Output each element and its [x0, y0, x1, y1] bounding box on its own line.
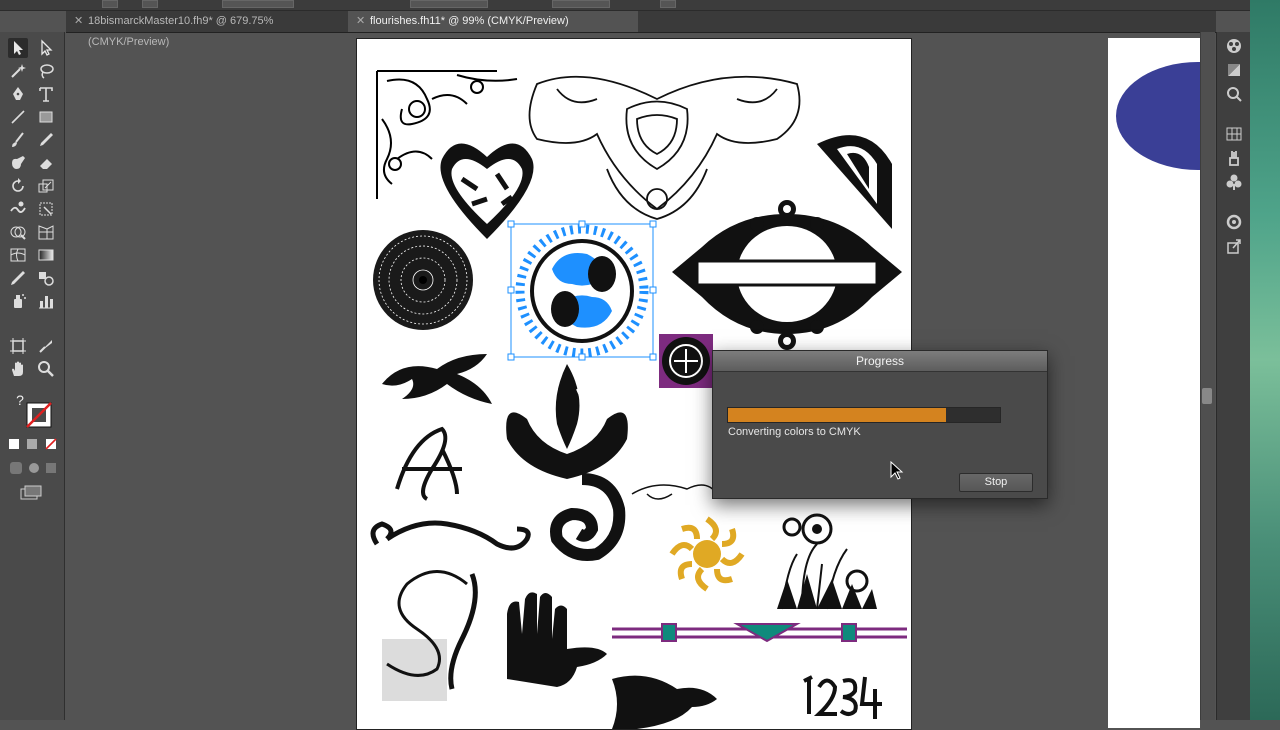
free-transform-tool-icon[interactable] [36, 199, 56, 219]
rotate-tool-icon[interactable] [8, 176, 28, 196]
mesh-tool-icon[interactable] [8, 245, 28, 265]
quarter-circle-ornament [817, 135, 892, 229]
color-icon[interactable] [1224, 60, 1244, 80]
spiral-hook [550, 473, 626, 561]
symbols-icon[interactable] [1224, 172, 1244, 192]
stop-button[interactable]: Stop [959, 473, 1033, 492]
hand-silhouette [507, 592, 607, 687]
gold-sun-swirl [669, 516, 745, 592]
secondary-artboard[interactable] [1108, 38, 1200, 728]
ornate-numerals [803, 675, 882, 719]
rectangle-tool-icon[interactable] [36, 107, 56, 127]
stroke-icon[interactable] [1224, 212, 1244, 232]
brush-definition-field[interactable] [410, 0, 488, 8]
spirograph-circle [373, 230, 473, 330]
color-guide-icon[interactable] [1224, 36, 1244, 56]
scrollbar-thumb[interactable] [1202, 388, 1212, 404]
fill-stroke-swatches[interactable] [24, 400, 54, 430]
desktop-background [1250, 0, 1280, 720]
tab-label: flourishes.fh11* @ 99% (CMYK/Preview) [370, 15, 569, 27]
progress-bar-fill [728, 408, 946, 422]
flame-wreath-ornament [506, 364, 628, 479]
opacity-field[interactable] [552, 0, 610, 8]
purple-square-ornament [659, 334, 713, 388]
column-graph-tool-icon[interactable] [36, 291, 56, 311]
perspective-grid-tool-icon[interactable] [36, 222, 56, 242]
slice-tool-icon[interactable] [36, 336, 56, 356]
symbol-sprayer-tool-icon[interactable] [8, 291, 28, 311]
heart-ornament [440, 143, 534, 239]
direct-selection-tool-icon[interactable] [36, 38, 56, 58]
screen-mode-icon[interactable] [18, 484, 44, 502]
magic-wand-tool-icon[interactable] [8, 61, 28, 81]
dove-silhouette [612, 675, 717, 729]
purple-teal-border [612, 623, 907, 643]
eyedropper-tool-icon[interactable] [8, 268, 28, 288]
pen-tool-icon[interactable] [8, 84, 28, 104]
progress-status-text: Converting colors to CMYK [728, 426, 861, 438]
line-tool-icon[interactable] [8, 107, 28, 127]
stroke-weight-field[interactable] [222, 0, 294, 8]
script-letter-s [382, 570, 478, 701]
monogram-h [395, 426, 462, 501]
selected-yin-yang-ornament[interactable] [507, 220, 657, 361]
dialog-title: Progress [713, 351, 1047, 372]
pencil-tool-icon[interactable] [36, 130, 56, 150]
control-bar [0, 0, 1280, 11]
hand-tool-icon[interactable] [8, 359, 28, 379]
shape-builder-tool-icon[interactable] [8, 222, 28, 242]
appearance-icon[interactable] [1224, 84, 1244, 104]
mouse-cursor-icon [890, 460, 904, 481]
drawing-mode-icons[interactable] [8, 460, 62, 476]
lasso-tool-icon[interactable] [36, 61, 56, 81]
blend-tool-icon[interactable] [36, 268, 56, 288]
tools-panel: ? [0, 32, 65, 720]
frame-cartouche [672, 200, 902, 350]
color-mode-buttons[interactable] [5, 437, 61, 451]
vertical-scrollbar[interactable] [1200, 32, 1215, 720]
close-icon[interactable]: ✕ [74, 11, 83, 32]
flower-grass-illustration [777, 513, 877, 610]
baroque-ornament [528, 75, 801, 220]
tab-flourishes[interactable]: ✕ flourishes.fh11* @ 99% (CMYK/Preview) [348, 11, 638, 32]
document-tab-bar: ✕ 18bismarckMaster10.fh9* @ 679.75% (CMY… [66, 11, 1216, 48]
leaf-flourish [382, 354, 492, 404]
close-icon[interactable]: ✕ [356, 11, 365, 32]
tab-label: 18bismarckMaster10.fh9* @ 679.75% (CMYK/… [88, 15, 274, 48]
swatches-icon[interactable] [1224, 124, 1244, 144]
progress-bar [727, 407, 1001, 423]
vine-border-fragment [631, 484, 718, 500]
selection-tool-icon[interactable] [8, 38, 28, 58]
artboard-tool-icon[interactable] [8, 336, 28, 356]
blob-brush-tool-icon[interactable] [8, 153, 28, 173]
style-swatch[interactable] [660, 0, 676, 8]
brushes-icon[interactable] [1224, 148, 1244, 168]
fill-swatch[interactable] [102, 0, 118, 8]
export-icon[interactable] [1224, 236, 1244, 256]
scroll-swirl [370, 520, 531, 551]
panel-dock [1216, 32, 1251, 720]
warp-tool-icon[interactable] [8, 199, 28, 219]
blue-ellipse [1116, 62, 1200, 170]
type-tool-icon[interactable] [36, 84, 56, 104]
tab-18bismarckmaster[interactable]: ✕ 18bismarckMaster10.fh9* @ 679.75% (CMY… [66, 11, 348, 48]
scale-tool-icon[interactable] [36, 176, 56, 196]
paintbrush-tool-icon[interactable] [8, 130, 28, 150]
gradient-tool-icon[interactable] [36, 245, 56, 265]
zoom-tool-icon[interactable] [36, 359, 56, 379]
progress-dialog: Progress Converting colors to CMYK Stop [712, 350, 1048, 499]
eraser-tool-icon[interactable] [36, 153, 56, 173]
stroke-swatch[interactable] [142, 0, 158, 8]
